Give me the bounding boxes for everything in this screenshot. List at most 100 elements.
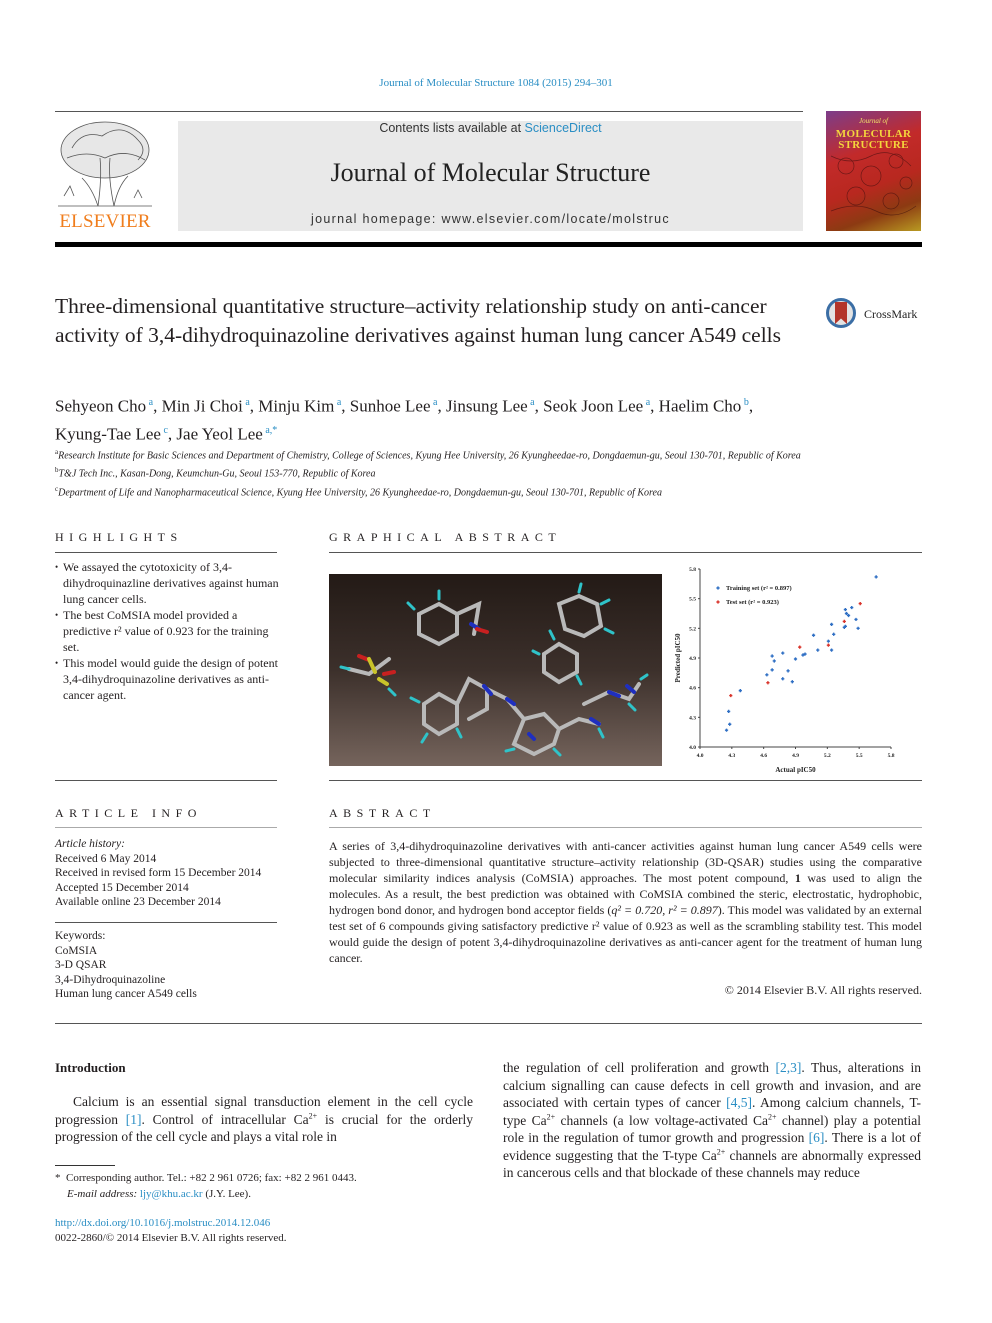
author-separator: , (534, 396, 544, 416)
article-info-heading: ARTICLE INFO (55, 806, 202, 820)
email-suffix: (J.Y. Lee). (202, 1188, 251, 1200)
doi-block: http://dx.doi.org/10.1016/j.molstruc.201… (55, 1216, 287, 1246)
article-title: Three-dimensional quantitative structure… (55, 294, 782, 347)
author-name[interactable]: Minju Kim (258, 397, 334, 416)
keywords-rule (55, 922, 277, 923)
author-name[interactable]: Kyung-Tae Lee (55, 424, 161, 443)
training-set-point (826, 639, 830, 643)
author-affiliation-marker[interactable]: a (243, 397, 249, 408)
graphical-abstract-rule (329, 552, 922, 553)
author-separator: , (341, 396, 350, 416)
training-set-point (844, 611, 849, 616)
journal-banner: Contents lists available at ScienceDirec… (178, 121, 803, 231)
citation-link[interactable]: [6] (809, 1130, 825, 1145)
doi-link[interactable]: http://dx.doi.org/10.1016/j.molstruc.201… (55, 1216, 287, 1231)
keyword: 3,4-Dihydroquinazoline (55, 973, 166, 986)
author-name[interactable]: Jinsung Lee (446, 397, 528, 416)
author-affiliation-marker[interactable]: b (741, 397, 749, 408)
header-rule (55, 111, 803, 112)
elsevier-logo: ELSEVIER (52, 118, 158, 233)
y-tick-label: 5.8 (689, 567, 696, 573)
author-name[interactable]: Jae Yeol Lee (176, 424, 262, 443)
molecular-alignment-image (329, 574, 662, 766)
author-separator: , (437, 396, 446, 416)
training-set-point (854, 617, 858, 622)
history-accepted: Accepted 15 December 2014 (55, 881, 189, 894)
highlights-bottom-rule (55, 780, 277, 781)
footnote-email-line: E-mail address: ljy@khu.ac.kr (J.Y. Lee)… (55, 1186, 475, 1202)
journal-reference-link[interactable]: Journal of Molecular Structure 1084 (201… (0, 77, 992, 89)
highlight-item: We assayed the cytotoxicity of 3,4-dihyd… (55, 559, 283, 607)
training-set-point (765, 673, 769, 677)
author-affiliation-marker[interactable]: a (528, 397, 534, 408)
y-tick-label: 4.9 (689, 656, 696, 662)
contents-prefix: Contents lists available at (379, 121, 525, 135)
author-name[interactable]: Sunhoe Lee (350, 397, 431, 416)
graphical-abstract-heading: GRAPHICAL ABSTRACT (329, 530, 562, 544)
molecule-render (339, 582, 649, 757)
abstract-copyright: © 2014 Elsevier B.V. All rights reserved… (724, 983, 922, 997)
affiliations: aResearch Institute for Basic Sciences a… (55, 445, 935, 500)
x-tick-label: 4.9 (792, 753, 799, 759)
author-name[interactable]: Seok Joon Lee (543, 397, 643, 416)
training-set-point (790, 680, 794, 684)
x-tick-label: 4.3 (728, 753, 735, 759)
footnote-rule (55, 1165, 115, 1166)
journal-homepage[interactable]: journal homepage: www.elsevier.com/locat… (178, 212, 803, 226)
history-received: Received 6 May 2014 (55, 852, 157, 865)
text-run: . Control of intracellular Ca (141, 1111, 309, 1127)
training-set-point (728, 722, 732, 726)
elsevier-wordmark: ELSEVIER (59, 211, 151, 232)
legend-marker (716, 586, 720, 590)
y-tick-label: 5.5 (689, 597, 696, 603)
affiliation-text: Research Institute for Basic Sciences an… (58, 450, 801, 462)
training-set-point (770, 668, 774, 672)
training-set-point (846, 613, 851, 618)
elsevier-tree-icon (58, 121, 152, 207)
citation-link[interactable]: [2,3] (775, 1060, 801, 1075)
legend-label: Training set (r² = 0.897) (726, 585, 792, 592)
affiliation-b: bT&J Tech Inc., Kasan-Dong, Keumchun-Gu,… (55, 463, 935, 481)
text-run: channels (a low voltage-activated Ca (555, 1112, 768, 1128)
introduction-right-column: the regulation of cell proliferation and… (503, 1059, 921, 1182)
highlight-item: The best CoMSIA model provided a predict… (55, 607, 283, 655)
author-name[interactable]: Sehyeon Cho (55, 397, 146, 416)
y-tick-label: 5.2 (689, 626, 696, 632)
test-set-point (842, 619, 846, 624)
highlights-rule (55, 552, 277, 553)
superscript: 2+ (767, 1112, 777, 1121)
abstract-rule (329, 827, 922, 828)
history-revised: Received in revised form 15 December 201… (55, 867, 262, 879)
author-affiliation-marker[interactable]: a,* (263, 425, 277, 436)
training-set-point (856, 626, 860, 630)
cover-pattern (830, 152, 917, 216)
training-set-point (781, 677, 785, 681)
training-set-point (850, 605, 854, 610)
author-separator: , (748, 396, 754, 416)
test-set-point (826, 643, 830, 647)
legend-label: Test set (r² = 0.923) (726, 599, 779, 606)
training-set-point (724, 728, 729, 732)
citation-link[interactable]: [1] (126, 1112, 142, 1127)
author-name[interactable]: Haelim Cho (659, 397, 742, 416)
keyword: 3-D QSAR (55, 959, 107, 971)
training-set-point (772, 659, 776, 663)
x-tick-label: 5.5 (856, 753, 863, 759)
corresponding-author-footnote: * Corresponding author. Tel.: +82 2 961 … (55, 1170, 475, 1202)
author-affiliation-marker[interactable]: c (161, 425, 167, 436)
author-name[interactable]: Min Ji Choi (162, 397, 243, 416)
training-set-point (832, 632, 836, 636)
sciencedirect-link[interactable]: ScienceDirect (525, 121, 602, 135)
introduction-heading: Introduction (55, 1060, 126, 1075)
test-set-point (798, 645, 802, 649)
article-history: Article history: Received 6 May 2014 Rec… (55, 837, 295, 910)
footnote-line: * Corresponding author. Tel.: +82 2 961 … (55, 1170, 475, 1186)
citation-link[interactable]: [4,5] (726, 1095, 752, 1110)
header-thick-rule (55, 242, 922, 247)
superscript: 2+ (308, 1111, 318, 1120)
crossmark-button[interactable]: CrossMark (826, 298, 926, 334)
email-link[interactable]: ljy@khu.ac.kr (140, 1188, 203, 1200)
highlights-heading: HIGHLIGHTS (55, 530, 183, 544)
keyword: Human lung cancer A549 cells (55, 988, 197, 1000)
email-label: E-mail address: (67, 1188, 140, 1200)
